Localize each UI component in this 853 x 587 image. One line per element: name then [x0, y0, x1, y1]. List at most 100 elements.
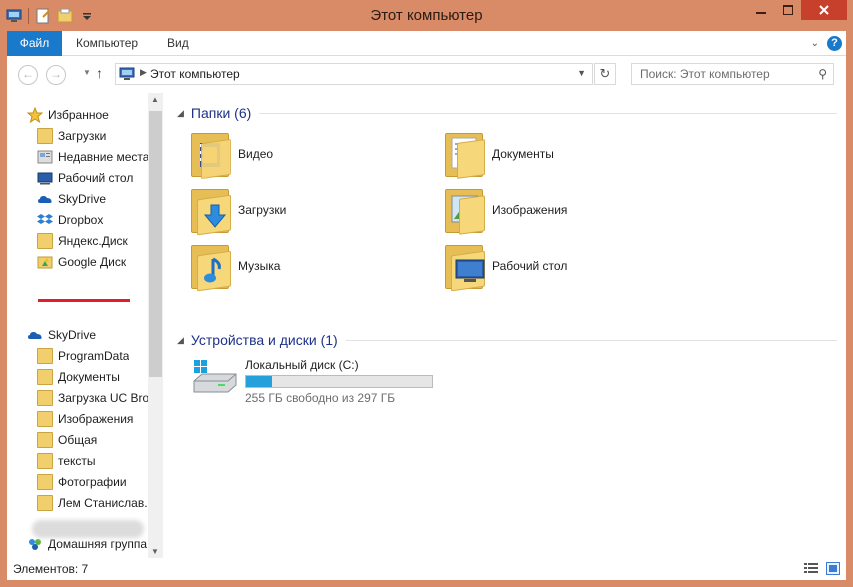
star-icon: [27, 107, 43, 123]
folder-icon: [37, 432, 53, 448]
minimize-icon: [755, 12, 766, 14]
nav-scrollbar[interactable]: ▲ ▼: [148, 93, 163, 558]
forward-button[interactable]: →: [46, 65, 66, 85]
breadcrumb-separator-icon[interactable]: ▶: [140, 67, 147, 78]
search-input[interactable]: Поиск: Этот компьютер ⚲: [631, 63, 834, 85]
nav-label: Загрузка UC Brow: [58, 391, 148, 405]
up-arrow-icon[interactable]: ↑: [96, 65, 103, 81]
drive-free-space: 255 ГБ свободно из 297 ГБ: [245, 391, 396, 405]
forward-arrow-icon: →: [50, 67, 62, 81]
downloads-folder-icon: [37, 128, 53, 144]
red-underline-annotation: [38, 299, 130, 302]
collapse-chevron-icon[interactable]: ◢: [177, 335, 184, 346]
folder-icon: [37, 453, 53, 469]
nav-label: SkyDrive: [48, 328, 97, 342]
nav-item-shared[interactable]: Общая: [37, 430, 97, 450]
ribbon-controls: ⌄ ?: [811, 36, 842, 51]
nav-item-google-drive[interactable]: Google Диск: [37, 252, 126, 272]
desktop-folder-icon: [441, 243, 487, 292]
divider: [259, 112, 837, 114]
nav-label: Фотографии: [58, 475, 127, 489]
nav-label: Лем Станислав.: [58, 496, 148, 510]
maximize-button[interactable]: [774, 0, 801, 20]
nav-item-dropbox[interactable]: Dropbox: [37, 210, 103, 230]
devices-group-header[interactable]: ◢ Устройства и диски (1): [177, 332, 837, 348]
folder-label: Изображения: [492, 203, 568, 217]
nav-item-programdata[interactable]: ProgramData: [37, 346, 129, 366]
folder-tile-desktop[interactable]: Рабочий стол: [441, 243, 691, 297]
address-bar[interactable]: ▶ Этот компьютер ▼: [115, 63, 593, 85]
nav-label: Загрузки: [58, 129, 107, 143]
search-placeholder: Поиск: Этот компьютер: [640, 67, 770, 81]
minimize-button[interactable]: [747, 0, 774, 20]
folders-group-header[interactable]: ◢ Папки (6): [177, 105, 837, 121]
refresh-icon: ↻: [599, 66, 611, 81]
window-client: Файл Компьютер Вид ⌄ ? ← → ▼ ↑ ▶ Этот ко…: [7, 31, 846, 580]
breadcrumb[interactable]: Этот компьютер: [150, 67, 240, 81]
address-row: ← → ▼ ↑ ▶ Этот компьютер ▼ ↻ Поиск: Этот…: [7, 57, 846, 91]
help-icon[interactable]: ?: [827, 36, 842, 51]
drive-tile-c[interactable]: Локальный диск (C:) 255 ГБ свободно из 2…: [184, 355, 484, 409]
folder-label: Загрузки: [238, 203, 287, 217]
nav-label: Яндекс.Диск: [58, 234, 128, 248]
video-folder-icon: [187, 131, 233, 180]
recent-locations-icon[interactable]: ▼: [83, 68, 91, 77]
scroll-up-icon[interactable]: ▲: [151, 95, 159, 104]
details-view-icon[interactable]: [804, 562, 818, 575]
window-controls: [747, 0, 847, 20]
tab-computer[interactable]: Компьютер: [76, 31, 138, 56]
nav-label: Недавние места: [58, 150, 150, 164]
group-title: Папки (6): [190, 105, 252, 121]
folder-tile-documents[interactable]: Документы: [441, 131, 691, 185]
close-button[interactable]: [801, 0, 847, 20]
homegroup-icon: [29, 539, 41, 550]
nav-item-uc-browser-downloads[interactable]: Загрузка UC Brow: [37, 388, 148, 408]
back-arrow-icon: ←: [22, 67, 34, 81]
nav-item-photos[interactable]: Фотографии: [37, 472, 127, 492]
view-switcher: [804, 562, 840, 575]
nav-item-documents[interactable]: Документы: [37, 367, 120, 387]
skydrive-icon: [38, 196, 52, 203]
folder-icon: [37, 390, 53, 406]
scroll-down-icon[interactable]: ▼: [151, 547, 159, 556]
folder-tile-video[interactable]: Видео: [187, 131, 437, 185]
nav-item-recent-places[interactable]: Недавние места: [37, 147, 149, 167]
nav-favorites[interactable]: Избранное: [27, 105, 109, 125]
address-dropdown-icon[interactable]: ▼: [577, 68, 586, 78]
ribbon-tabs: Файл Компьютер Вид ⌄ ?: [7, 31, 846, 56]
tab-view[interactable]: Вид: [167, 31, 189, 56]
documents-folder-icon: [441, 131, 487, 179]
folder-icon: [37, 474, 53, 490]
nav-label: Google Диск: [58, 255, 127, 269]
nav-item-desktop[interactable]: Рабочий стол: [37, 168, 133, 188]
tab-file[interactable]: Файл: [7, 31, 62, 56]
nav-label: ProgramData: [58, 349, 130, 363]
nav-item-images[interactable]: Изображения: [37, 409, 133, 429]
nav-skydrive[interactable]: SkyDrive: [27, 325, 96, 345]
title-bar: Этот компьютер: [0, 0, 853, 31]
drive-usage-fill: [246, 376, 273, 387]
large-icons-view-icon[interactable]: [826, 562, 840, 575]
pictures-folder-icon: [441, 187, 487, 235]
folder-tile-pictures[interactable]: Изображения: [441, 187, 691, 241]
expand-ribbon-icon[interactable]: ⌄: [811, 38, 819, 49]
folder-tile-downloads[interactable]: Загрузки: [187, 187, 437, 241]
nav-label: тексты: [58, 454, 96, 468]
nav-item-lem-stanislav[interactable]: Лем Станислав.: [37, 493, 148, 513]
refresh-button[interactable]: ↻: [594, 63, 616, 85]
folder-tile-music[interactable]: Музыка: [187, 243, 437, 297]
scrollbar-thumb[interactable]: [149, 111, 162, 377]
nav-item-texts[interactable]: тексты: [37, 451, 96, 471]
folder-label: Рабочий стол: [492, 259, 568, 273]
nav-item-skydrive[interactable]: SkyDrive: [37, 189, 106, 209]
search-icon[interactable]: ⚲: [818, 67, 827, 81]
folder-label: Документы: [492, 147, 554, 161]
hard-drive-icon: [193, 360, 237, 393]
nav-item-yandex-disk[interactable]: Яндекс.Диск: [37, 231, 128, 251]
downloads-folder-icon: [187, 187, 233, 236]
window-title: Этот компьютер: [370, 7, 483, 24]
skydrive-icon: [28, 332, 42, 339]
collapse-chevron-icon[interactable]: ◢: [177, 108, 184, 119]
nav-item-downloads[interactable]: Загрузки: [37, 126, 106, 146]
back-button[interactable]: ←: [18, 65, 38, 85]
